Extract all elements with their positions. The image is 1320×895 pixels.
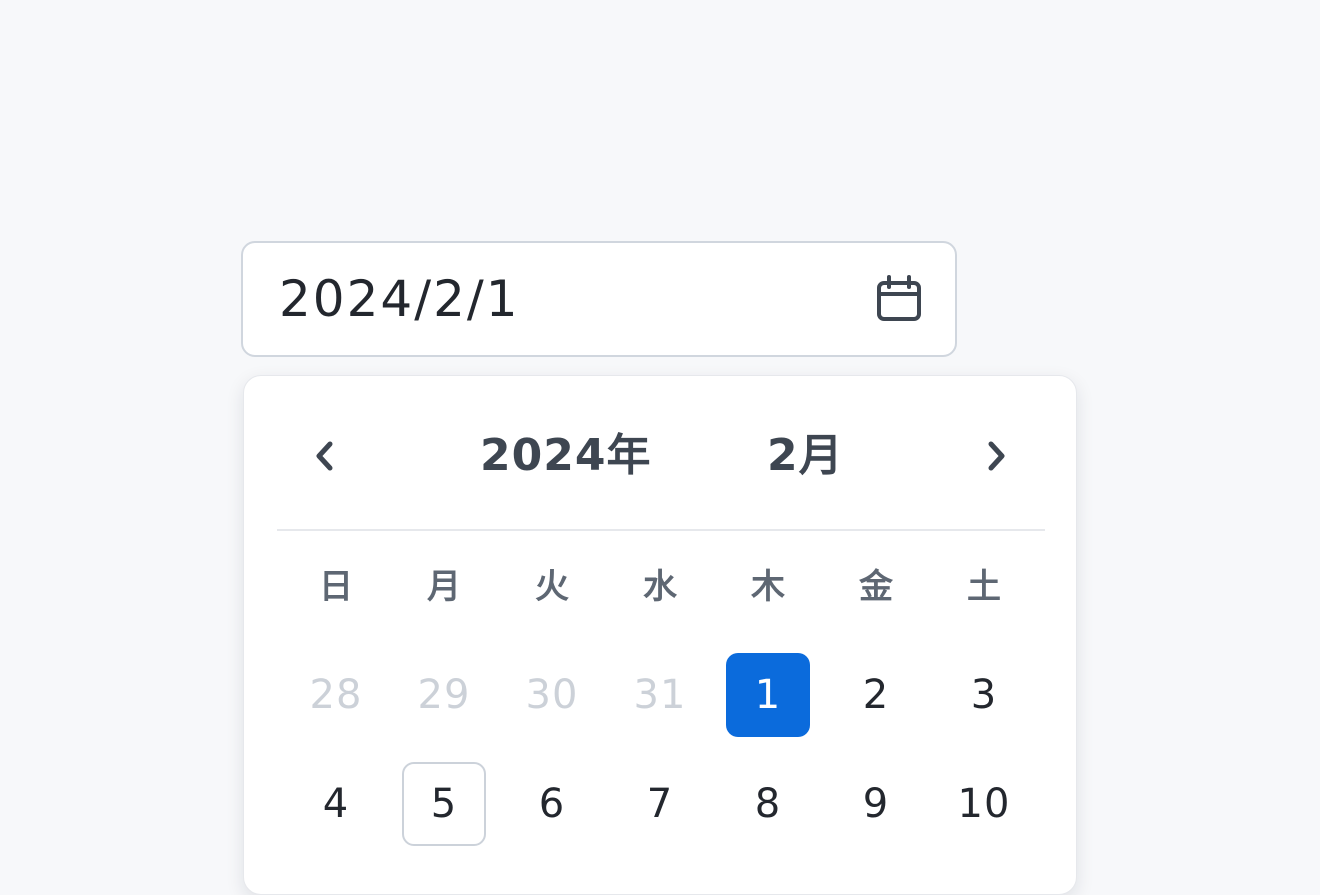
day-number: 4 <box>322 780 350 827</box>
weekday-label: 火 <box>535 567 569 607</box>
weekday-label: 日 <box>319 567 353 607</box>
day-cell[interactable]: 7 <box>606 749 714 858</box>
day-cell-today[interactable]: 5 <box>390 749 498 858</box>
day-cell[interactable]: 31 <box>606 640 714 749</box>
day-cell[interactable]: 3 <box>930 640 1038 749</box>
day-cell[interactable]: 8 <box>714 749 822 858</box>
next-month-button[interactable] <box>972 432 1020 480</box>
day-cell[interactable]: 4 <box>282 749 390 858</box>
weekday-label: 金 <box>859 567 893 607</box>
day-cell[interactable]: 10 <box>930 749 1038 858</box>
prev-month-button[interactable] <box>301 432 349 480</box>
weekday-label: 水 <box>643 567 677 607</box>
day-cell[interactable]: 2 <box>822 640 930 749</box>
day-number: 31 <box>633 671 687 718</box>
date-input-value: 2024/2/1 <box>279 270 520 328</box>
day-number: 29 <box>417 671 471 718</box>
calendar-icon-svg <box>877 275 921 321</box>
day-number: 1 <box>726 652 810 737</box>
year-selector[interactable]: 2024年 <box>480 428 651 484</box>
chevron-right-icon <box>988 441 1005 471</box>
day-cell[interactable]: 30 <box>498 640 606 749</box>
month-selector[interactable]: 2月 <box>767 428 844 484</box>
day-grid: 28 29 30 31 1 2 3 4 5 6 7 8 9 10 <box>282 640 1038 858</box>
date-input[interactable]: 2024/2/1 <box>241 241 957 357</box>
weekday-label: 月 <box>427 567 461 607</box>
day-number: 7 <box>646 780 674 827</box>
day-number: 10 <box>957 780 1011 827</box>
day-cell[interactable]: 9 <box>822 749 930 858</box>
day-cell-selected[interactable]: 1 <box>714 640 822 749</box>
datepicker-popup: 2024年 2月 日 月 火 水 木 金 土 28 29 30 31 1 2 3 4 5 6 7 8 9 10 <box>243 375 1077 895</box>
day-number: 5 <box>402 761 486 846</box>
day-number: 3 <box>970 671 998 718</box>
day-cell[interactable]: 29 <box>390 640 498 749</box>
weekday-row: 日月火水木金土 <box>282 562 1038 612</box>
day-number: 2 <box>862 671 890 718</box>
day-cell[interactable]: 6 <box>498 749 606 858</box>
day-number: 9 <box>862 780 890 827</box>
day-cell[interactable]: 28 <box>282 640 390 749</box>
day-number: 28 <box>309 671 363 718</box>
day-number: 30 <box>525 671 579 718</box>
day-number: 6 <box>538 780 566 827</box>
weekday-label: 木 <box>751 567 785 607</box>
header-divider <box>277 529 1045 531</box>
weekday-label: 土 <box>967 567 1001 607</box>
chevron-left-icon <box>316 441 333 471</box>
calendar-icon[interactable] <box>875 275 923 323</box>
day-number: 8 <box>754 780 782 827</box>
